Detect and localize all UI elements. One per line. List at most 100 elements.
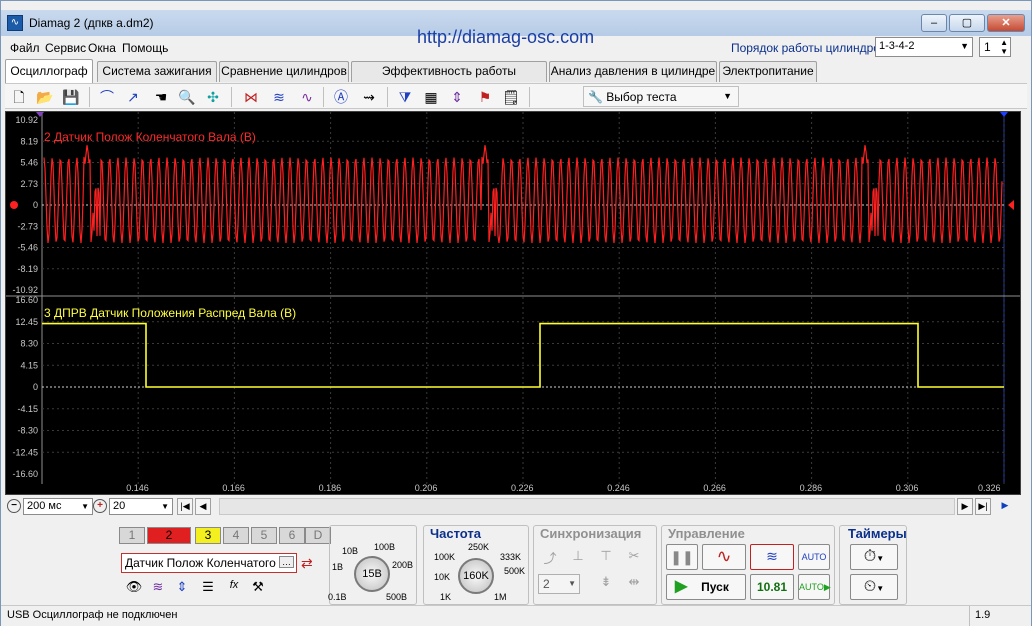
multi-wave-button[interactable]: ≋ (750, 544, 794, 570)
channel2-tick-label: 4.15 (20, 360, 38, 370)
toolbar-separator (323, 87, 324, 107)
save-icon[interactable]: 💾 (61, 87, 81, 107)
channel1-tick-label: 2.73 (20, 179, 38, 189)
sync-level-icon[interactable]: ⇟ (596, 574, 616, 594)
main-window: ∿ Diamag 2 (дпкв a.dm2) – ▢ ✕ Файл Серви… (0, 0, 1032, 626)
cylinder-order-label: Порядок работы цилиндров (731, 41, 887, 55)
zoom-icon[interactable]: 🔍 (177, 87, 197, 107)
zero-offset-icon[interactable]: ⇝ (359, 87, 379, 107)
frequency-knob[interactable]: 160K (458, 558, 494, 594)
waveform-icon: ∿ (7, 15, 23, 31)
chevron-down-icon: ▼ (723, 91, 732, 101)
menu-file[interactable]: Файл (10, 41, 40, 55)
cylinder-number-spinner[interactable]: 1 ▲ ▼ (979, 37, 1011, 57)
channel-button-2[interactable]: 2 (147, 527, 191, 544)
tab-oscilloscope[interactable]: Осциллограф (5, 59, 93, 83)
test-select-label: Выбор теста (606, 90, 677, 104)
voltage-label-1: 1В (332, 562, 344, 572)
grid-icon[interactable]: ▦ (421, 87, 441, 107)
filter-icon[interactable]: ⧩ (395, 87, 415, 107)
menu-service[interactable]: Сервис (45, 41, 86, 55)
cylinder-order-select[interactable]: 1-3-4-2 ▼ (875, 37, 973, 57)
open-folder-icon[interactable]: 📂 (35, 87, 55, 107)
level-icon[interactable]: ⇕ (447, 87, 467, 107)
sync-fall-icon[interactable]: ⊤ (596, 548, 616, 568)
channel1-label: 2 Датчик Полож Коленчатого Вала (В) (44, 130, 256, 144)
notes-icon[interactable]: 🗒 (501, 87, 521, 107)
tab-cylinder-compare[interactable]: Сравнение цилиндров (219, 61, 349, 82)
frequency-readout: 10.81 (750, 574, 794, 600)
scroll-right-button[interactable]: ▶ (957, 498, 973, 515)
wave-overlay-icon[interactable]: ≋ (269, 87, 289, 107)
sensor-name-field[interactable]: Датчик Полож Коленчатого Ва … (121, 553, 297, 573)
cursor-tool-icon[interactable]: ⌒ (97, 87, 117, 107)
flag-icon[interactable]: ⚑ (475, 87, 495, 107)
channel-tool-icon[interactable]: ✣ (203, 87, 223, 107)
sync-slope-icon[interactable]: ⤴ (540, 548, 560, 568)
hand-pan-icon[interactable]: ☚ (151, 87, 171, 107)
pause-button[interactable]: ❚❚ (666, 544, 698, 570)
marker-tool-icon[interactable]: ↗ (123, 87, 143, 107)
minimize-button[interactable]: – (921, 14, 947, 32)
scroll-start-button[interactable]: |◀ (177, 498, 193, 515)
sine-mode-button[interactable]: ∿ (702, 544, 746, 570)
timer2-button[interactable]: ⏲▼ (850, 574, 898, 600)
scroll-track[interactable] (219, 498, 955, 515)
time-tick-label: 0.226 (511, 483, 534, 493)
channel-button-6[interactable]: 6 (279, 527, 305, 544)
sync-group: Синхронизация ⤴ ⊥ ⊤ ✂ 2 ▼ ⇟ ⇹ (533, 525, 657, 605)
timebase-value: 200 мс (27, 500, 62, 512)
wave-compress-icon[interactable]: ⋈ (241, 87, 261, 107)
auto-measure-button[interactable]: AUTO (798, 544, 830, 570)
timer1-button[interactable]: ⏱▼ (850, 544, 898, 570)
timebase-select[interactable]: 200 мс ▼ (23, 498, 93, 515)
sync-channel-select[interactable]: 2 ▼ (538, 574, 580, 594)
frequency-group: Частота 160K 250K 100K 333K 10K 500K 1K … (423, 525, 529, 605)
tools-icon[interactable]: ⚒ (249, 579, 267, 597)
auto-play-button[interactable]: AUTO▶ (798, 574, 831, 600)
scroll-end-button[interactable]: ▶| (975, 498, 991, 515)
status-bar: USB Осциллограф не подключен 1.9 (1, 605, 1031, 626)
frame-count-select[interactable]: 20 ▼ (109, 498, 173, 515)
play-forward-icon[interactable]: ▶ (997, 498, 1013, 515)
more-icon[interactable]: … (279, 556, 294, 568)
wave-phase-icon[interactable]: ∿ (297, 87, 317, 107)
maximize-button[interactable]: ▢ (949, 14, 985, 32)
list-icon[interactable]: ☰ (199, 579, 217, 597)
control-panel: 1 2 3 4 5 6 D Датчик Полож Коленчатого В… (113, 523, 913, 607)
eye-icon[interactable]: 👁 (125, 579, 143, 597)
channel-button-digital[interactable]: D (305, 527, 331, 544)
swap-channel-icon[interactable]: ⇄ (301, 555, 313, 572)
new-file-icon[interactable]: 🗋 (9, 87, 29, 107)
scroll-left-button[interactable]: ◀ (195, 498, 211, 515)
freq-label-1m: 1M (494, 592, 507, 602)
close-button[interactable]: ✕ (987, 14, 1025, 32)
tab-power-supply[interactable]: Электропитание (719, 61, 817, 82)
scale-icon[interactable]: ⇕ (173, 579, 191, 597)
channel1-tick-label: -2.73 (17, 221, 38, 231)
channel-button-1[interactable]: 1 (119, 527, 145, 544)
menu-help[interactable]: Помощь (122, 41, 168, 55)
zoom-in-icon[interactable]: + (93, 499, 107, 513)
test-select[interactable]: 🔧 Выбор теста ▼ (583, 86, 739, 107)
voltage-knob[interactable]: 15В (354, 556, 390, 592)
zoom-out-icon[interactable]: − (7, 499, 21, 513)
waveform-icon[interactable]: ≋ (149, 579, 167, 597)
menu-windows[interactable]: Окна (88, 41, 116, 55)
tab-pressure-analysis[interactable]: Анализ давления в цилиндре (549, 61, 717, 82)
channel2-tick-label: 0 (33, 382, 38, 392)
oscilloscope-display[interactable]: 0.146 0.166 0.186 0.206 0.226 0.246 0.266 0.286… (5, 111, 1021, 495)
tab-cylinder-efficiency[interactable]: Эффективность работы цилиндров (351, 61, 547, 97)
tab-ignition[interactable]: Система зажигания (97, 61, 217, 82)
function-icon[interactable]: fx (225, 579, 243, 597)
website-url[interactable]: http://diamag-osc.com (417, 27, 594, 48)
channel-button-3[interactable]: 3 (195, 527, 221, 544)
sync-rise-icon[interactable]: ⊥ (568, 548, 588, 568)
start-button[interactable]: ▶ Пуск (666, 574, 746, 600)
channel-button-5[interactable]: 5 (251, 527, 277, 544)
sync-position-icon[interactable]: ⇹ (624, 574, 644, 594)
auto-scale-icon[interactable]: Ⓐ (331, 87, 351, 107)
sync-auto-icon[interactable]: ✂ (624, 548, 644, 568)
channel-button-4[interactable]: 4 (223, 527, 249, 544)
connection-status: USB Осциллограф не подключен (7, 609, 178, 621)
